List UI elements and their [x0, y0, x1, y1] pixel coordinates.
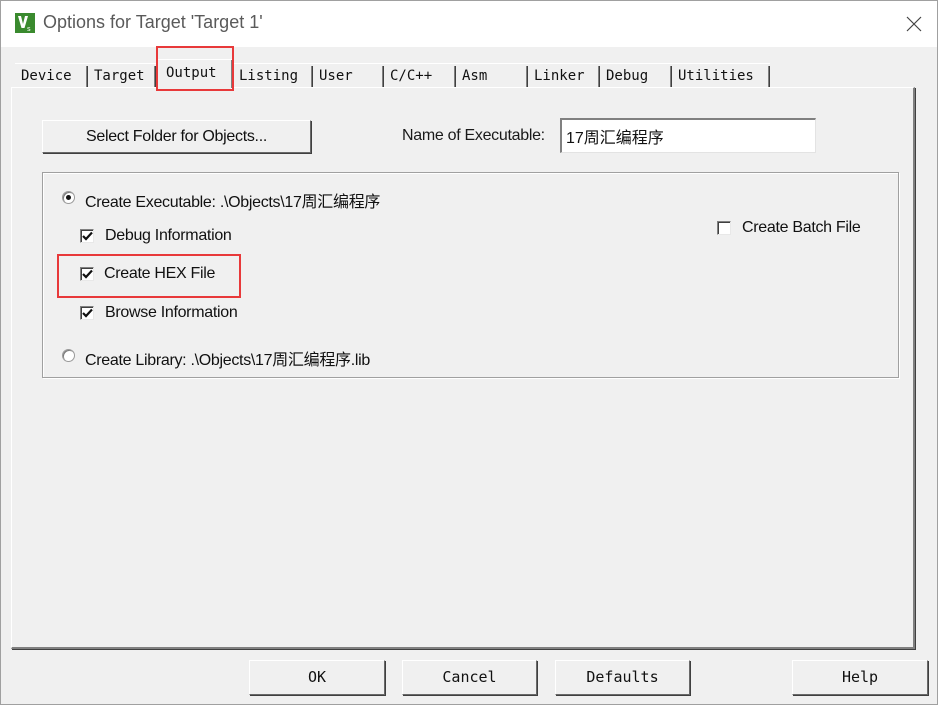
ok-button[interactable]: OK [249, 660, 385, 695]
tab-label: Output [166, 65, 217, 81]
checkmark-icon [82, 269, 93, 279]
tab-strip: Device Target Output Listing User C/C++ … [15, 59, 915, 89]
tab-label: C/C++ [390, 68, 433, 84]
close-button[interactable] [891, 1, 937, 47]
tab-target[interactable]: Target [88, 63, 156, 89]
create-batch-file-label[interactable]: Create Batch File [742, 219, 861, 237]
tab-label: Asm [462, 68, 488, 84]
checkmark-icon [82, 231, 93, 241]
tab-output[interactable]: Output [157, 59, 233, 89]
tab-listing[interactable]: Listing [233, 63, 313, 89]
tab-label: User [319, 68, 353, 84]
tab-label: Device [21, 68, 72, 84]
window-title: Options for Target 'Target 1' [43, 12, 263, 32]
tab-utilities[interactable]: Utilities [672, 63, 770, 89]
select-folder-button[interactable]: Select Folder for Objects... [42, 120, 311, 153]
tab-label: Target [94, 68, 145, 84]
browse-information-checkbox[interactable] [80, 306, 94, 320]
create-batch-file-checkbox[interactable] [717, 221, 731, 235]
tab-separator [154, 66, 156, 88]
options-dialog: s Options for Target 'Target 1' Device T… [0, 0, 938, 705]
keil-uvision-icon: s [15, 13, 35, 33]
tab-label: Debug [606, 68, 649, 84]
tab-separator [231, 60, 233, 88]
tab-linker[interactable]: Linker [528, 63, 600, 89]
create-library-label[interactable]: Create Library: .\Objects\17周汇编程序.lib [85, 346, 370, 370]
tab-device[interactable]: Device [15, 63, 88, 89]
debug-information-label[interactable]: Debug Information [105, 227, 232, 245]
checkmark-icon [82, 308, 93, 318]
tab-c-cpp[interactable]: C/C++ [384, 63, 456, 89]
tab-user[interactable]: User [313, 63, 384, 89]
title-bar: s Options for Target 'Target 1' [1, 1, 937, 47]
defaults-button[interactable]: Defaults [555, 660, 690, 695]
name-of-executable-label: Name of Executable: [402, 127, 545, 144]
debug-information-checkbox[interactable] [80, 229, 94, 243]
create-executable-radio[interactable] [62, 191, 75, 204]
create-library-radio[interactable] [62, 349, 75, 362]
close-icon [906, 16, 922, 32]
tab-label: Utilities [678, 68, 754, 84]
svg-text:s: s [27, 25, 31, 33]
help-button[interactable]: Help [792, 660, 928, 695]
tab-label: Linker [534, 68, 585, 84]
cancel-button[interactable]: Cancel [402, 660, 537, 695]
tab-label: Listing [239, 68, 299, 84]
tab-asm[interactable]: Asm [456, 63, 528, 89]
create-hex-file-label[interactable]: Create HEX File [104, 265, 215, 283]
name-of-executable-input[interactable] [560, 118, 816, 153]
tab-separator [768, 66, 770, 88]
create-executable-label[interactable]: Create Executable: .\Objects\17周汇编程序 [85, 188, 380, 212]
tab-debug[interactable]: Debug [600, 63, 672, 89]
create-hex-file-checkbox[interactable] [80, 267, 94, 281]
browse-information-label[interactable]: Browse Information [105, 304, 238, 322]
